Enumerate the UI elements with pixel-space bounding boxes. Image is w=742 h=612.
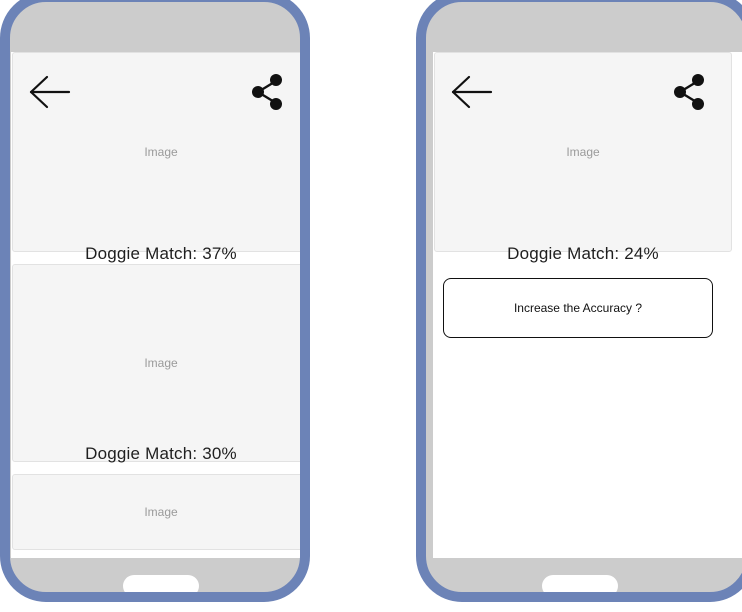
- image-placeholder-label: Image: [144, 145, 178, 159]
- doggie-match-label: Doggie Match: 24%: [507, 244, 659, 263]
- home-button[interactable]: [123, 575, 199, 592]
- canvas: Image Doggie Match: 37% Image Doggie Mat…: [0, 0, 742, 612]
- doggie-match-label: Doggie Match: 37%: [85, 244, 237, 263]
- phone-frame-left: Image Doggie Match: 37% Image Doggie Mat…: [0, 0, 310, 602]
- share-icon[interactable]: [671, 72, 715, 112]
- back-arrow-icon[interactable]: [27, 72, 71, 112]
- phone-screen-left: Image Doggie Match: 37% Image Doggie Mat…: [11, 52, 300, 558]
- phone-screen-right: Image Doggie Match: 24% Increase the Acc…: [433, 52, 742, 558]
- image-placeholder: Image: [12, 474, 300, 550]
- phone-frame-right: Image Doggie Match: 24% Increase the Acc…: [416, 0, 742, 602]
- increase-accuracy-button[interactable]: Increase the Accuracy ?: [443, 278, 713, 338]
- home-button[interactable]: [542, 575, 618, 592]
- image-placeholder-label: Image: [566, 145, 600, 159]
- image-placeholder-label: Image: [144, 505, 178, 519]
- image-placeholder: Image: [12, 264, 300, 462]
- share-icon[interactable]: [249, 72, 293, 112]
- doggie-match-label: Doggie Match: 30%: [85, 444, 237, 463]
- back-arrow-icon[interactable]: [449, 72, 493, 112]
- image-placeholder-label: Image: [144, 356, 178, 370]
